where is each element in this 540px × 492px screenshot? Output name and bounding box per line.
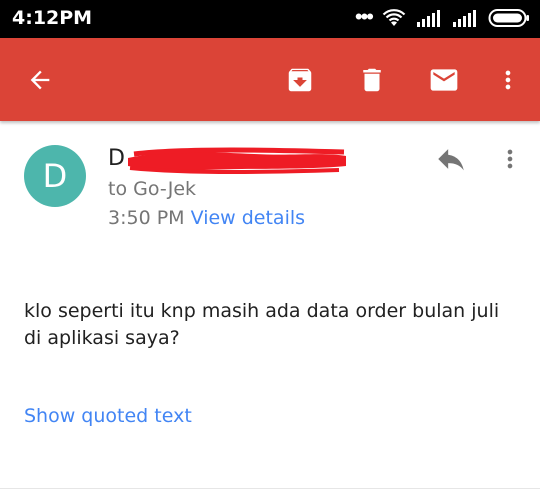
delete-icon bbox=[363, 68, 381, 91]
mark-unread-button[interactable] bbox=[414, 38, 474, 121]
status-bar: 4:12PM ••• bbox=[0, 0, 540, 38]
sender-name: D bbox=[108, 146, 125, 171]
avatar-letter: D bbox=[42, 157, 68, 195]
reply-icon bbox=[438, 149, 464, 171]
signal-2-icon bbox=[453, 10, 476, 27]
app-bar bbox=[0, 38, 540, 121]
time-line: 3:50 PM View details bbox=[108, 207, 305, 229]
more-vert-icon bbox=[507, 149, 513, 169]
signal-1-icon bbox=[417, 10, 440, 27]
email-body: klo seperti itu knp masih ada data order… bbox=[24, 300, 500, 349]
battery-icon bbox=[488, 9, 529, 27]
back-arrow-icon bbox=[30, 70, 50, 89]
more-options-button[interactable] bbox=[478, 38, 538, 121]
show-quoted-text-link[interactable]: Show quoted text bbox=[24, 405, 192, 427]
back-button[interactable] bbox=[10, 38, 70, 121]
status-icons: ••• bbox=[354, 4, 530, 29]
wifi-icon bbox=[382, 9, 406, 26]
email-time: 3:50 PM bbox=[108, 207, 185, 229]
more-vert-icon bbox=[505, 70, 511, 89]
view-details-link[interactable]: View details bbox=[191, 207, 305, 229]
message-more-button[interactable] bbox=[494, 139, 526, 179]
sender-avatar[interactable]: D bbox=[24, 145, 86, 207]
mark-unread-icon bbox=[430, 68, 458, 91]
delete-button[interactable] bbox=[342, 38, 402, 121]
recipient-line: to Go-Jek bbox=[108, 178, 197, 200]
archive-icon bbox=[288, 68, 312, 91]
divider bbox=[0, 488, 540, 489]
redaction-scribble bbox=[128, 147, 346, 174]
archive-button[interactable] bbox=[270, 38, 330, 121]
more-notifications-icon: ••• bbox=[354, 4, 374, 29]
email-header: D D to Go-Jek 3:50 PM View details bbox=[0, 121, 540, 241]
reply-button[interactable] bbox=[428, 139, 474, 179]
status-time: 4:12PM bbox=[12, 7, 93, 29]
